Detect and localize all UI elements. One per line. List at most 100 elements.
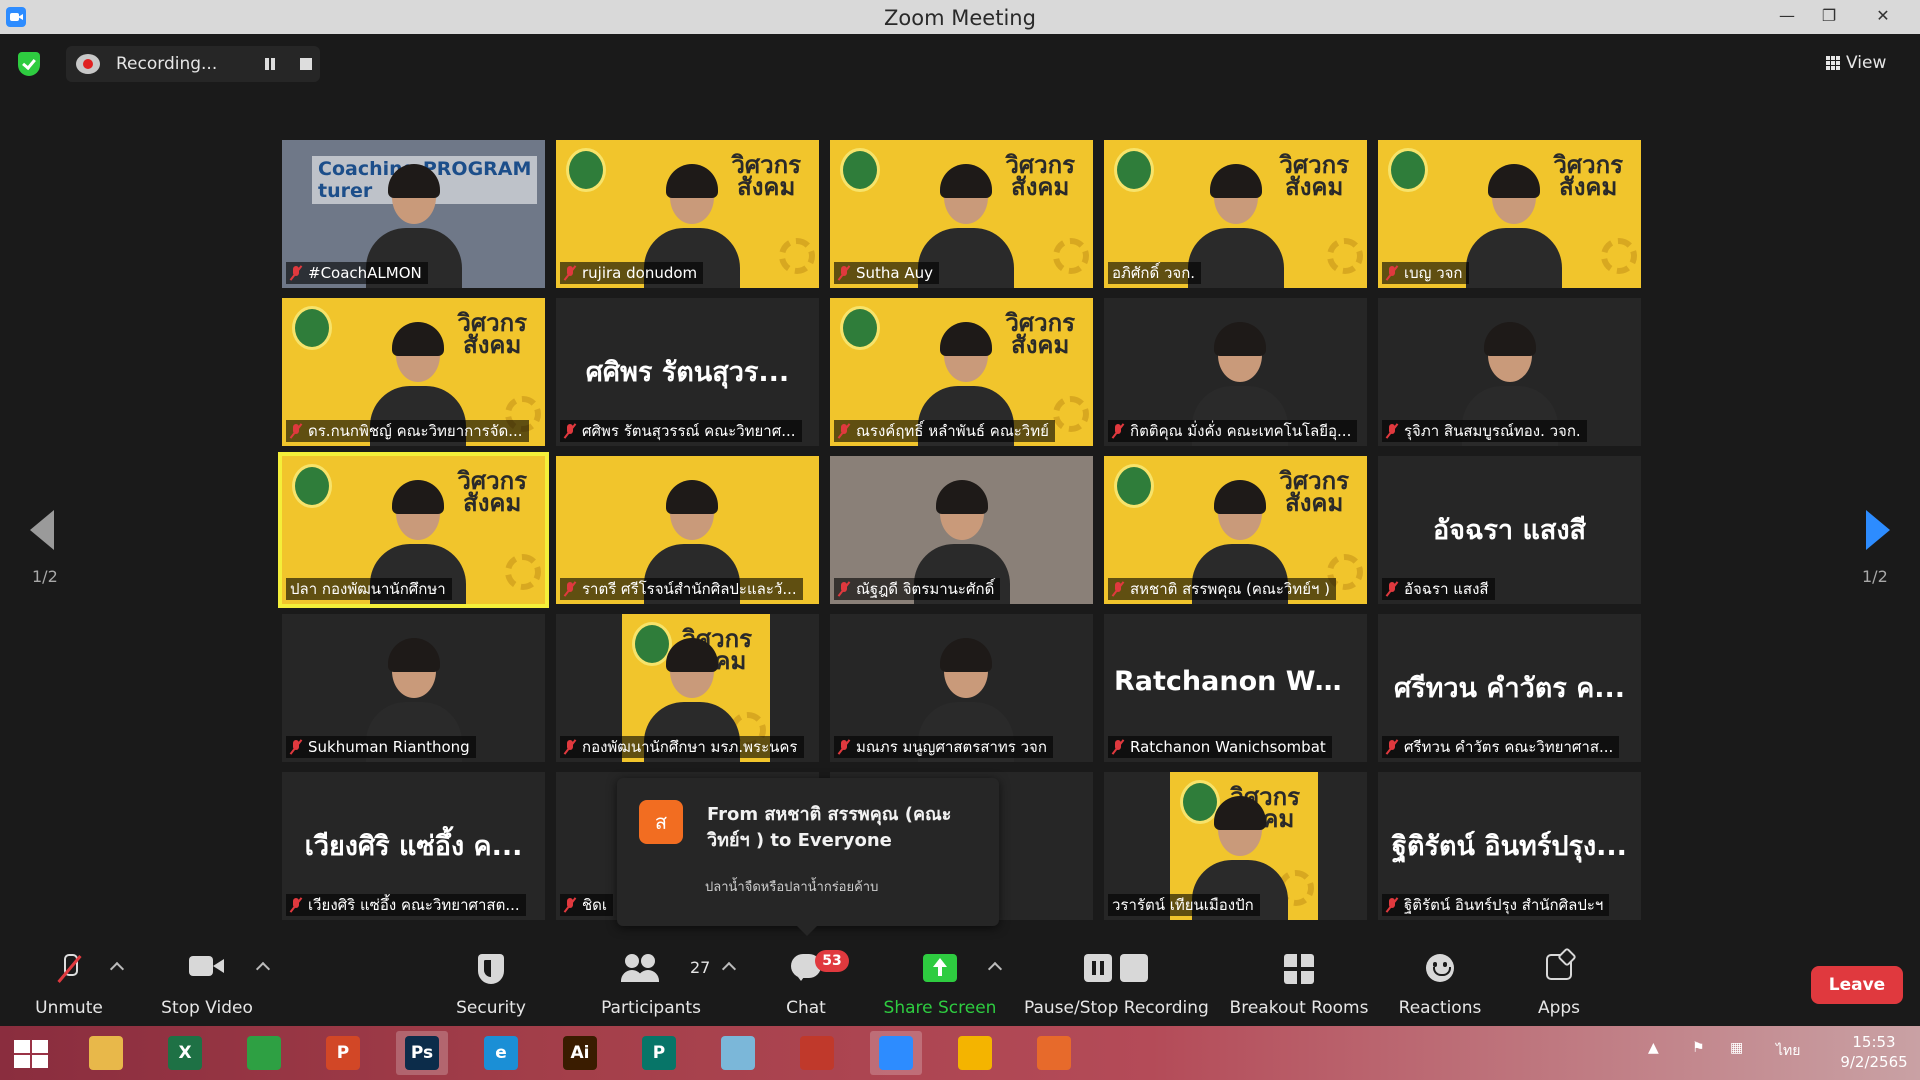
participant-tile[interactable]: วิศวกร สังคม Sutha Auy xyxy=(830,140,1093,288)
powerpoint-icon[interactable]: P xyxy=(317,1031,369,1075)
unmute-button[interactable]: Unmute xyxy=(20,940,118,1026)
participant-tile[interactable]: Sukhuman Rianthong xyxy=(282,614,545,762)
pause-recording-button[interactable] xyxy=(258,52,282,76)
participant-tile[interactable]: วิศวกร สังคมสหชาติ สรรพคุณ (คณะวิทย์ฯ ) xyxy=(1104,456,1367,604)
participant-name: ศศิพร รัตนสุวรรณ์ คณะวิทยาศ... xyxy=(582,422,796,440)
participants-options-chevron-icon[interactable] xyxy=(721,961,737,977)
chat-notification[interactable]: ส From สหชาติ สรรพคุณ (คณะวิทย์ฯ ) to Ev… xyxy=(617,778,999,936)
share-screen-button[interactable]: Share Screen xyxy=(880,940,1000,1026)
participant-tile[interactable]: ราตรี ศรีโรจน์สำนักศิลปะและวั... xyxy=(556,456,819,604)
participant-name: สหชาติ สรรพคุณ (คณะวิทย์ฯ ) xyxy=(1130,580,1331,598)
stop-recording-button[interactable] xyxy=(294,52,318,76)
participant-name: ณรงค์ฤทธิ์ หลำพันธ์ คณะวิทย์ xyxy=(856,422,1049,440)
muted-mic-icon xyxy=(290,897,302,913)
chat-button[interactable]: 53 Chat xyxy=(770,940,849,1026)
participant-tile[interactable]: วิศวกร สังคมอภิศักดิ์ วจก. xyxy=(1104,140,1367,288)
participant-name-label: rujira donudom xyxy=(560,262,704,284)
minimize-button[interactable]: — xyxy=(1764,0,1810,34)
participant-tile[interactable]: ศศิพร รัตนสุวร... ศศิพร รัตนสุวรรณ์ คณะวิ… xyxy=(556,298,819,446)
next-page-arrow-icon[interactable] xyxy=(1866,510,1890,550)
background-brand-text: วิศวกร สังคม xyxy=(1279,150,1349,201)
muted-mic-icon xyxy=(1386,423,1398,439)
participant-tile[interactable]: Ratchanon Wan... Ratchanon Wanichsombat xyxy=(1104,614,1367,762)
network-icon[interactable]: ▦ xyxy=(1730,1040,1743,1056)
illustrator-icon[interactable]: Ai xyxy=(554,1031,606,1075)
reactions-button[interactable]: Reactions xyxy=(1390,940,1490,1026)
participant-tile[interactable]: วิศวกร สังคม ปลา กองพัฒนานักศึกษา xyxy=(278,452,549,608)
internet-explorer-icon[interactable]: e xyxy=(475,1031,527,1075)
photoscape-icon[interactable] xyxy=(791,1031,843,1075)
participant-name: อัจฉรา แสงสี xyxy=(1404,580,1489,598)
taskbar-app-glyph xyxy=(800,1036,834,1070)
leave-button[interactable]: Leave xyxy=(1811,966,1903,1004)
taskbar-app-glyph: P xyxy=(326,1036,360,1070)
encryption-shield-icon[interactable] xyxy=(18,52,40,76)
participant-tile[interactable]: มณภร มนูญศาสตรสาทร วจก xyxy=(830,614,1093,762)
file-explorer-icon[interactable] xyxy=(80,1031,132,1075)
participant-name: Ratchanon Wanichsombat xyxy=(1130,738,1326,756)
participant-tile[interactable]: กิตติคุณ มั่งคั่ง คณะเทคโนโลยีอุ... xyxy=(1104,298,1367,446)
video-camera-icon xyxy=(189,954,225,978)
participant-tile[interactable]: Coaching PROGRAM turer #CoachALMON xyxy=(282,140,545,288)
pause-stop-recording-button[interactable]: Pause/Stop Recording xyxy=(1024,940,1209,1026)
chrome-icon[interactable] xyxy=(949,1031,1001,1075)
language-indicator[interactable]: ไทย xyxy=(1776,1040,1800,1062)
participant-tile[interactable]: ศรีทวน คำวัตร ค... ศรีทวน คำวัตร คณะวิทยา… xyxy=(1378,614,1641,762)
gear-icon xyxy=(1601,238,1637,274)
participant-name: รุจิภา สินสมบูรณ์ทอง. วจก. xyxy=(1404,422,1581,440)
zoom-icon[interactable] xyxy=(870,1031,922,1075)
page-indicator-right: 1/2 xyxy=(1862,567,1888,586)
participant-tile[interactable]: วิศวกร สังคมดร.กนกพิชญ์ คณะวิทยาการจัด..… xyxy=(282,298,545,446)
participant-tile[interactable]: วิศวกร สังคม เบญ วจก xyxy=(1378,140,1641,288)
view-label: View xyxy=(1846,53,1887,73)
participant-tile[interactable]: ฐิติรัตน์ อินทร์ปรุง... ฐิติรัตน์ อินทร์ป… xyxy=(1378,772,1641,920)
participant-name: ฐิติรัตน์ อินทร์ปรุง สำนักศิลปะฯ xyxy=(1404,896,1604,914)
participant-name-label: ศศิพร รัตนสุวรรณ์ คณะวิทยาศ... xyxy=(560,420,802,442)
breakout-rooms-button[interactable]: Breakout Rooms xyxy=(1228,940,1370,1026)
university-seal-icon xyxy=(292,306,332,350)
stop-video-button[interactable]: Stop Video xyxy=(152,940,262,1026)
apps-button[interactable]: Apps xyxy=(1520,940,1598,1026)
notes-icon[interactable] xyxy=(712,1031,764,1075)
action-center-flag-icon[interactable]: ⚑ xyxy=(1692,1040,1705,1056)
previous-page-arrow-icon[interactable] xyxy=(30,510,54,550)
background-brand-text: วิศวกร สังคม xyxy=(457,308,527,359)
participant-tile[interactable]: อัจฉรา แสงสี อัจฉรา แสงสี xyxy=(1378,456,1641,604)
photos-icon[interactable] xyxy=(1028,1031,1080,1075)
participant-tile[interactable]: เวียงศิริ แซ่อึ้ง ค... เวียงศิริ แซ่อึ้ง … xyxy=(282,772,545,920)
participant-tile[interactable]: รุจิภา สินสมบูรณ์ทอง. วจก. xyxy=(1378,298,1641,446)
view-button[interactable]: View xyxy=(1826,46,1906,80)
participant-name-label: ชิดเ xyxy=(560,894,614,916)
participant-tile[interactable]: ณัฐฎดี จิตรมานะศักดิ์ xyxy=(830,456,1093,604)
taskbar-app-glyph: Ai xyxy=(563,1036,597,1070)
participants-button[interactable]: 27 Participants xyxy=(596,940,710,1026)
participant-name-label: Sukhuman Rianthong xyxy=(286,736,476,758)
participant-name: ชิดเ xyxy=(582,896,608,914)
background-brand-text: วิศวกร สังคม xyxy=(1279,466,1349,517)
participant-name: เบญ วจก xyxy=(1404,264,1463,282)
publisher-icon[interactable]: P xyxy=(633,1031,685,1075)
gear-icon xyxy=(1053,238,1089,274)
excel-icon[interactable]: X xyxy=(159,1031,211,1075)
tray-arrow-icon[interactable]: ▲ xyxy=(1648,1040,1659,1056)
background-brand-text: วิศวกร สังคม xyxy=(1005,308,1075,359)
participant-tile[interactable]: วิศวกร สังคม rujira donudom xyxy=(556,140,819,288)
muted-mic-icon xyxy=(1386,265,1398,281)
store-icon[interactable] xyxy=(238,1031,290,1075)
taskbar-app-glyph xyxy=(1037,1036,1071,1070)
participant-tile[interactable]: วิศวกร สังคมวรารัตน์ เทียนเมืองปัก xyxy=(1104,772,1367,920)
muted-mic-icon xyxy=(838,739,850,755)
participant-name: อภิศักดิ์ วจก. xyxy=(1112,264,1196,282)
participant-name-label: ดร.กนกพิชญ์ คณะวิทยาการจัด... xyxy=(286,420,529,442)
windows-start-icon[interactable] xyxy=(14,1040,48,1068)
participant-tile[interactable]: วิศวกร สังคมกองพัฒนานักศึกษา มรภ.พระนคร xyxy=(556,614,819,762)
participant-tile[interactable]: วิศวกร สังคมณรงค์ฤทธิ์ หลำพันธ์ คณะวิทย์ xyxy=(830,298,1093,446)
close-button[interactable]: ✕ xyxy=(1860,0,1906,34)
taskbar-app-glyph xyxy=(89,1036,123,1070)
photoshop-icon[interactable]: Ps xyxy=(396,1031,448,1075)
restore-button[interactable]: ❐ xyxy=(1806,0,1852,34)
system-clock[interactable]: 15:53 9/2/2565 xyxy=(1838,1032,1910,1072)
muted-mic-icon xyxy=(564,897,576,913)
muted-mic-icon xyxy=(564,581,576,597)
security-button[interactable]: Security xyxy=(446,940,536,1026)
